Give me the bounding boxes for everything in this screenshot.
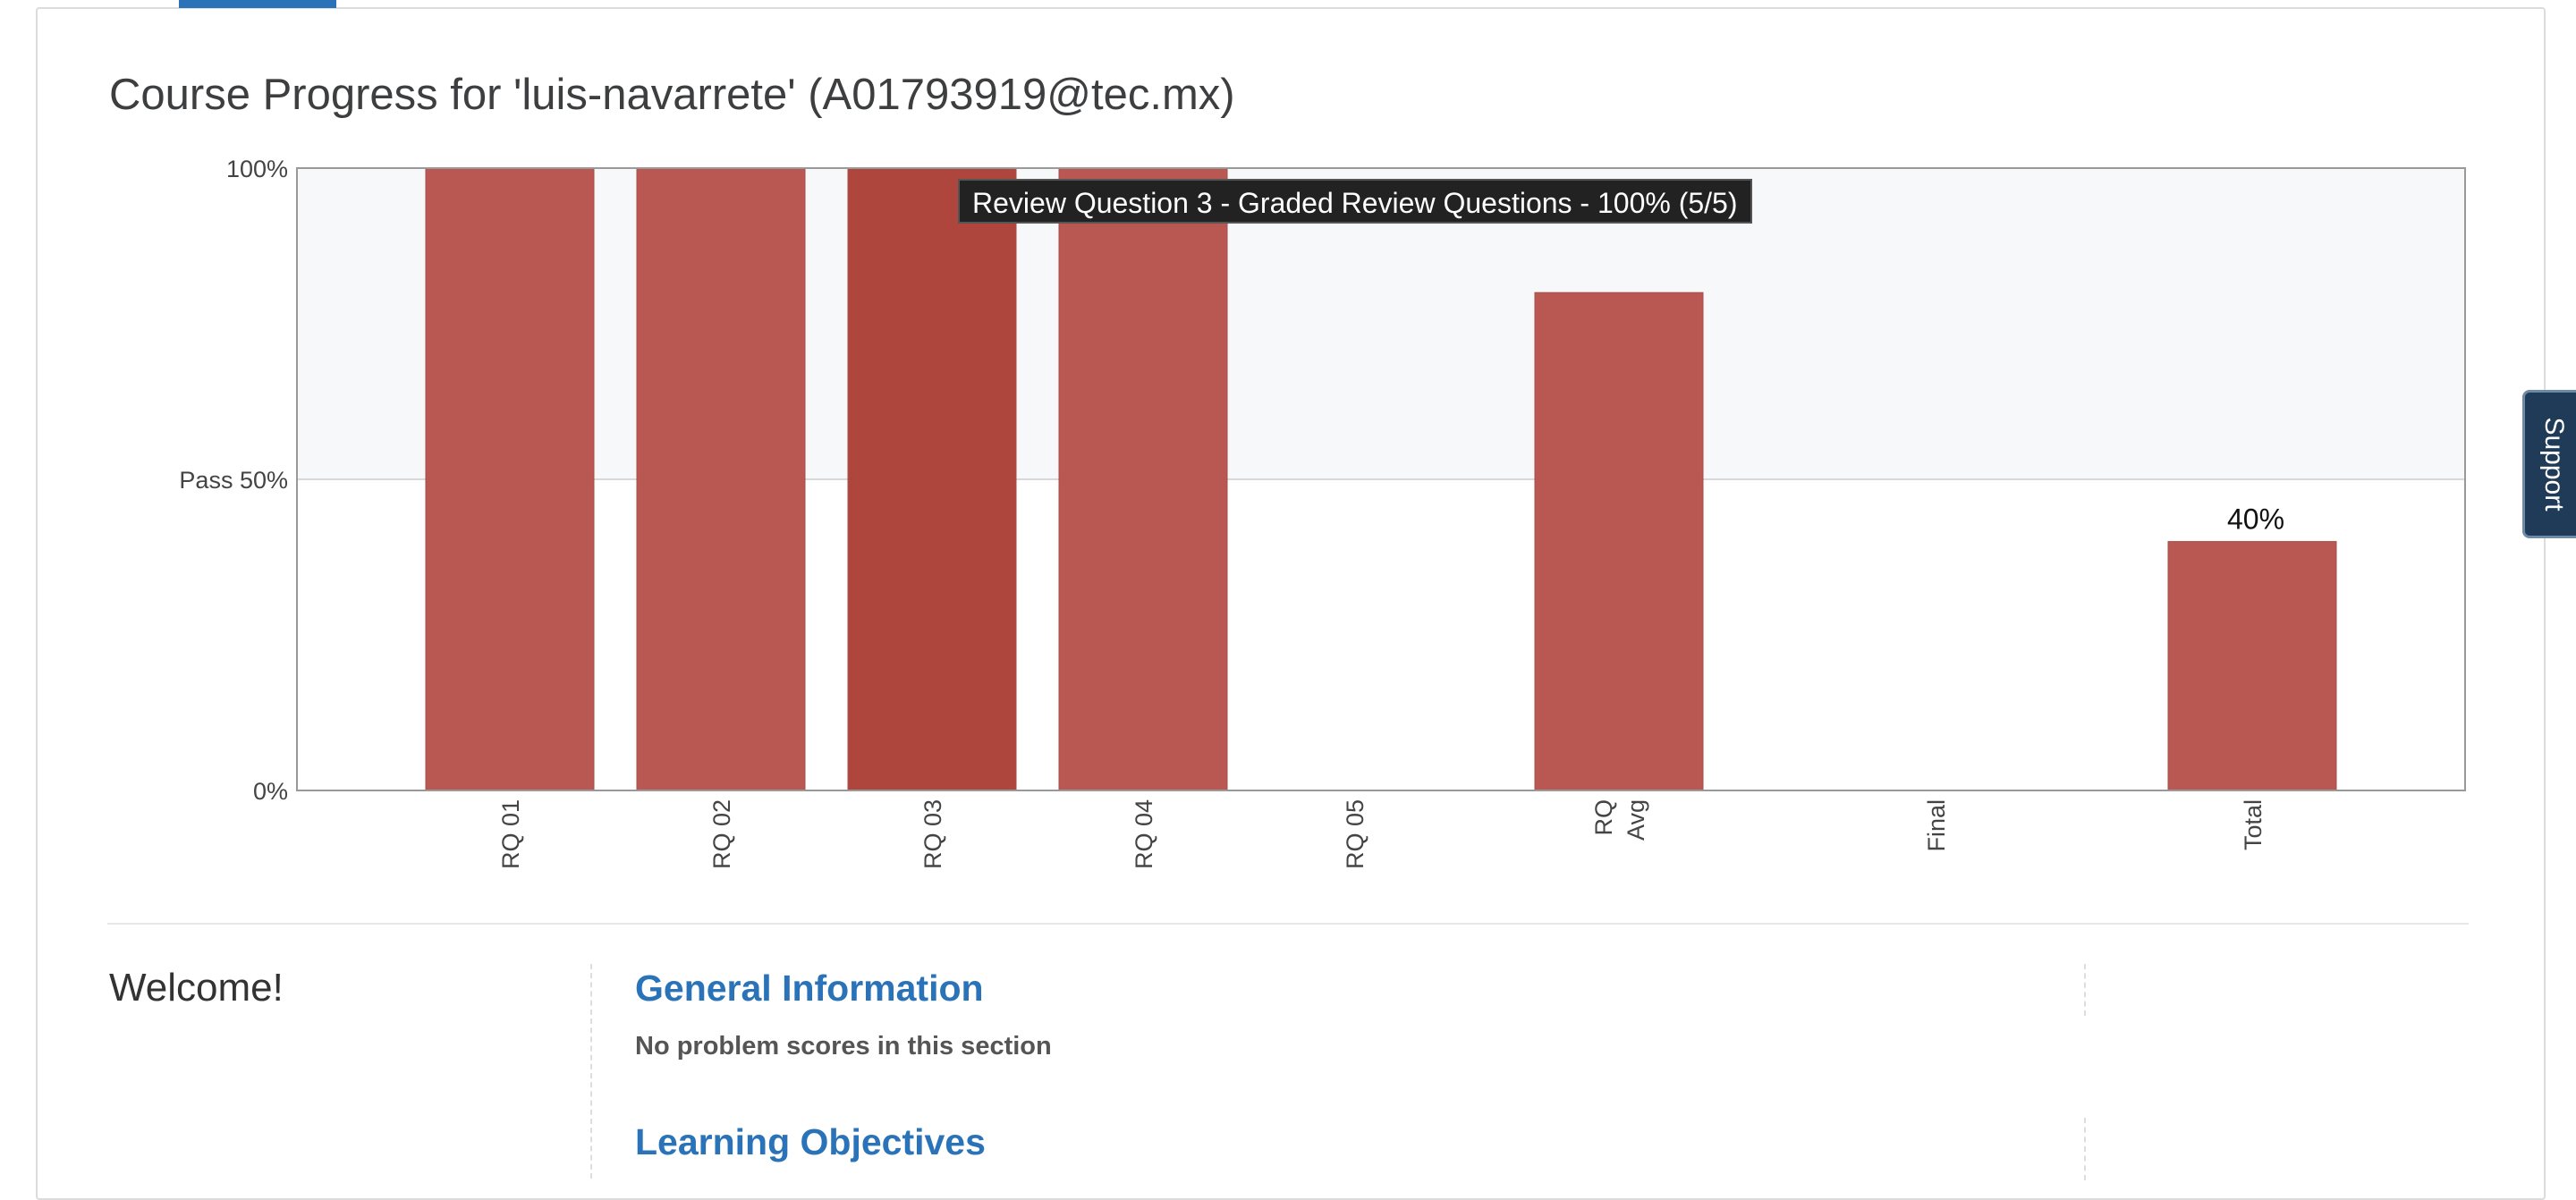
bar-rq-avg — [1534, 292, 1704, 791]
x-tick-label: RQ 05 — [1342, 799, 1368, 869]
y-tick-label: Pass 50% — [179, 467, 288, 494]
dashed-separator — [2084, 1118, 2086, 1180]
x-tick-label: RQ — [1590, 799, 1617, 836]
bar-rq-03 — [847, 167, 1017, 791]
welcome-heading: Welcome! — [109, 966, 284, 1010]
progress-chart: 0% Pass 50% 100% 40% RQ 01 RQ 02 RQ 03 RQ 04 RQ … — [179, 156, 2466, 869]
support-label: Support — [2539, 417, 2569, 511]
y-tick-label: 0% — [253, 778, 288, 805]
y-tick-label: 100% — [226, 156, 288, 182]
x-tick-label: Total — [2240, 799, 2267, 850]
dashed-separator — [590, 964, 592, 1179]
learning-objectives-link[interactable]: Learning Objectives — [635, 1121, 986, 1163]
dashed-separator — [2084, 964, 2086, 1016]
x-tick-label: RQ 03 — [919, 799, 946, 869]
bar-total — [2167, 541, 2337, 791]
bar-rq-02 — [636, 167, 806, 791]
x-tick-label: Final — [1923, 799, 1950, 852]
data-label: 40% — [2227, 503, 2284, 536]
support-button[interactable]: Support — [2522, 390, 2576, 538]
bar-rq-01 — [425, 167, 595, 791]
general-information-link[interactable]: General Information — [635, 968, 984, 1010]
bar-rq-04 — [1058, 167, 1228, 791]
chart-tooltip: Review Question 3 - Graded Review Questi… — [958, 179, 1752, 224]
x-tick-label: Avg — [1623, 799, 1649, 841]
section-divider — [107, 923, 2469, 925]
x-tick-label: RQ 02 — [708, 799, 735, 869]
x-tick-label: RQ 01 — [497, 799, 524, 869]
no-scores-note: No problem scores in this section — [635, 1032, 1052, 1061]
x-tick-label: RQ 04 — [1131, 799, 1157, 869]
